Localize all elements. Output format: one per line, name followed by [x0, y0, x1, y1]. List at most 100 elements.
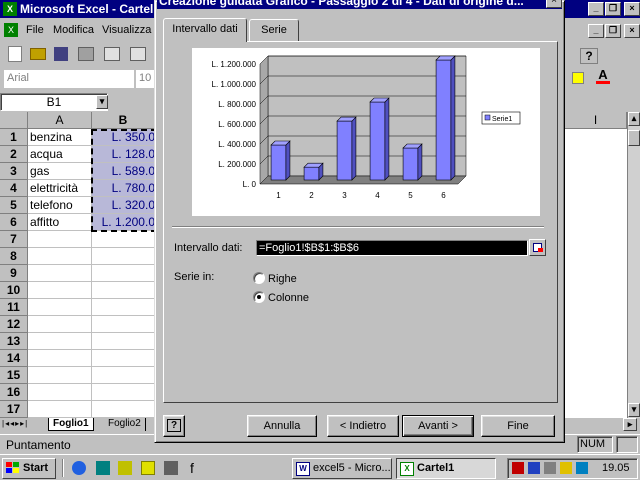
task-cartel1[interactable]: X Cartel1 — [396, 458, 496, 479]
cell-b[interactable] — [92, 367, 155, 384]
row-header[interactable]: 1 — [0, 129, 28, 146]
new-icon[interactable] — [8, 46, 22, 62]
row-header[interactable]: 7 — [0, 231, 28, 248]
explorer-icon[interactable] — [118, 461, 132, 475]
restore-icon[interactable]: ❐ — [605, 2, 621, 16]
font-color-icon[interactable]: A — [596, 68, 610, 84]
tool-icon[interactable] — [164, 461, 178, 475]
menu-modifica[interactable]: Modifica — [53, 24, 94, 36]
clock[interactable]: 19.05 — [602, 462, 630, 474]
print-icon[interactable] — [78, 47, 94, 61]
scroll-right-icon[interactable]: ▸ — [623, 418, 637, 431]
tab-serie[interactable]: Serie — [249, 19, 299, 41]
cell-a[interactable]: acqua — [28, 146, 92, 163]
row-header[interactable]: 10 — [0, 282, 28, 299]
row-header[interactable]: 15 — [0, 367, 28, 384]
range-input[interactable]: =Foglio1!$B$1:$B$6 — [256, 240, 528, 256]
vertical-scrollbar[interactable]: ▴ ▾ — [627, 112, 640, 418]
row-header[interactable]: 2 — [0, 146, 28, 163]
row-header[interactable]: 12 — [0, 316, 28, 333]
row-header[interactable]: 11 — [0, 299, 28, 316]
scroll-up-icon[interactable]: ▴ — [628, 112, 640, 126]
sheet-tab-foglio1[interactable]: Foglio1 — [48, 418, 94, 431]
col-header-i[interactable]: I — [565, 112, 627, 129]
row-header[interactable]: 16 — [0, 384, 28, 401]
cell-a[interactable]: gas — [28, 163, 92, 180]
wb-minimize-icon[interactable]: _ — [588, 24, 604, 38]
cell-a[interactable] — [28, 231, 92, 248]
cell-a[interactable] — [28, 282, 92, 299]
cell-a[interactable] — [28, 265, 92, 282]
cell-b[interactable] — [92, 401, 155, 418]
wb-restore-icon[interactable]: ❐ — [605, 24, 621, 38]
row-header[interactable]: 6 — [0, 214, 28, 231]
ie-icon[interactable] — [72, 461, 86, 475]
collapse-dialog-icon[interactable] — [529, 239, 546, 256]
cell-a[interactable] — [28, 333, 92, 350]
cell-b[interactable] — [92, 282, 155, 299]
row-header[interactable]: 9 — [0, 265, 28, 282]
row-header[interactable]: 14 — [0, 350, 28, 367]
help-button[interactable]: ? — [163, 415, 185, 437]
radio-colonne-label[interactable]: Colonne — [268, 292, 309, 304]
task-excel5[interactable]: W excel5 - Micro... — [292, 458, 392, 479]
cell-b[interactable] — [92, 316, 155, 333]
row-header[interactable]: 5 — [0, 197, 28, 214]
scroll-thumb[interactable] — [628, 130, 640, 146]
radio-righe[interactable] — [253, 272, 265, 284]
cell-a[interactable]: elettricità — [28, 180, 92, 197]
wb-close-icon[interactable]: × — [624, 24, 640, 38]
cell-a[interactable] — [28, 384, 92, 401]
cell-b[interactable] — [92, 299, 155, 316]
row-header[interactable]: 17 — [0, 401, 28, 418]
tray-icon-3[interactable] — [544, 462, 556, 474]
menu-file[interactable]: File — [26, 24, 44, 36]
name-box[interactable]: B1 — [0, 93, 108, 111]
back-button[interactable]: < Indietro — [327, 415, 399, 437]
cell-a[interactable] — [28, 367, 92, 384]
cell-a[interactable]: benzina — [28, 129, 92, 146]
col-header-b[interactable]: B — [92, 112, 155, 129]
cell-a[interactable] — [28, 401, 92, 418]
spelling-icon[interactable] — [130, 47, 146, 61]
help-question-icon[interactable]: ? — [580, 48, 598, 64]
cell-a[interactable] — [28, 350, 92, 367]
cell-b[interactable] — [92, 248, 155, 265]
notepad-icon[interactable] — [141, 461, 155, 475]
tray-icon-2[interactable] — [528, 462, 540, 474]
cancel-button[interactable]: Annulla — [247, 415, 317, 437]
row-header[interactable]: 13 — [0, 333, 28, 350]
cell-a[interactable] — [28, 299, 92, 316]
tab-intervallo-dati[interactable]: Intervallo dati — [163, 18, 247, 42]
scroll-down-icon[interactable]: ▾ — [628, 403, 640, 417]
select-all-corner[interactable] — [0, 112, 28, 129]
font-name-select[interactable]: Arial — [4, 70, 134, 88]
fill-color-icon[interactable] — [572, 72, 584, 84]
save-icon[interactable] — [54, 47, 68, 61]
col-header-a[interactable]: A — [28, 112, 92, 129]
minimize-icon[interactable]: _ — [588, 2, 604, 16]
cell-b[interactable] — [92, 333, 155, 350]
tray-icon-5[interactable] — [576, 462, 588, 474]
tray-icon-1[interactable] — [512, 462, 524, 474]
open-icon[interactable] — [30, 48, 46, 60]
cell-b[interactable] — [92, 384, 155, 401]
next-button[interactable]: Avanti > — [402, 415, 474, 437]
dialog-close-icon[interactable]: × — [546, 0, 562, 8]
cell-b[interactable] — [92, 350, 155, 367]
cell-b[interactable] — [92, 231, 155, 248]
row-header[interactable]: 3 — [0, 163, 28, 180]
row-header[interactable]: 8 — [0, 248, 28, 265]
sheet-nav-icons[interactable]: |◂◂▸▸| — [2, 419, 28, 428]
finish-button[interactable]: Fine — [481, 415, 555, 437]
font-icon[interactable]: f — [190, 460, 194, 476]
sheet-tab-foglio2[interactable]: Foglio2 — [104, 418, 146, 431]
print-preview-icon[interactable] — [104, 47, 120, 61]
start-button[interactable]: Start — [2, 458, 56, 479]
font-size-select[interactable]: 10 — [136, 70, 155, 88]
desktop-icon[interactable] — [96, 461, 110, 475]
speaker-icon[interactable] — [560, 462, 572, 474]
h-scrollbar[interactable]: ▸ — [565, 418, 640, 432]
cell-a[interactable]: telefono — [28, 197, 92, 214]
cell-a[interactable]: affitto — [28, 214, 92, 231]
